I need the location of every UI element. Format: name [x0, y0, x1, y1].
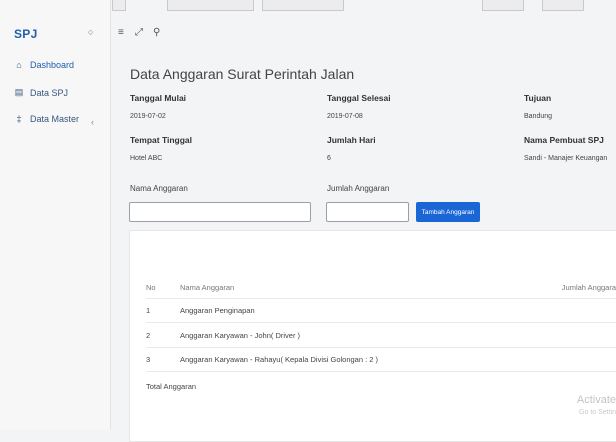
activation-watermark: Activate: [576, 394, 616, 406]
tempat-tinggal-value: Hotel ABC: [130, 155, 163, 162]
sidebar-item-data-master[interactable]: ‡ Data Master: [14, 114, 79, 124]
home-icon: ⌂: [16, 60, 22, 70]
sidebar-item-data-spj[interactable]: ▤ Data SPJ: [14, 87, 68, 98]
column-header-jumlah: Jumlah Anggara: [561, 283, 616, 292]
total-anggaran-label: Total Anggaran: [146, 382, 197, 391]
chevron-left-icon[interactable]: ‹: [91, 117, 94, 127]
page-title: Data Anggaran Surat Perintah Jalan: [130, 66, 355, 82]
nama-anggaran-input[interactable]: [129, 202, 311, 222]
menu-icon[interactable]: ≡: [118, 27, 124, 38]
tab-edge: [482, 0, 524, 11]
brand-logo[interactable]: SPJ: [14, 27, 38, 41]
column-header-no: No: [146, 283, 156, 292]
nama-anggaran-label: Nama Anggaran: [130, 184, 188, 193]
sidebar-item-label: Data SPJ: [30, 87, 69, 98]
topbar: ≡ ⤢ ⚲: [112, 0, 616, 58]
sidebar: SPJ ○ ⌂ Dashboard ▤ Data SPJ ‡ Data Mast…: [0, 0, 111, 430]
row-no: 3: [146, 355, 151, 364]
row-no: 2: [146, 331, 151, 340]
jumlah-hari-value: 6: [327, 155, 331, 162]
divider: [146, 322, 616, 323]
tempat-tinggal-label: Tempat Tinggal: [130, 135, 193, 145]
tujuan-label: Tujuan: [524, 93, 552, 103]
tab-edge: [542, 0, 584, 11]
tab-edge: [167, 0, 254, 11]
pembuat-label: Nama Pembuat SPJ: [524, 135, 604, 145]
tab-edge: [112, 0, 126, 11]
jumlah-hari-label: Jumlah Hari: [327, 135, 376, 145]
pembuat-value: Sandi - Manajer Keuangan: [524, 155, 608, 162]
tanggal-selesai-value: 2019-07-08: [327, 113, 363, 120]
search-icon[interactable]: ⚲: [153, 27, 160, 38]
anggaran-table: No Nama Anggaran Jumlah Anggara 1 Anggar…: [129, 230, 616, 442]
tanggal-mulai-value: 2019-07-02: [130, 113, 166, 120]
tujuan-value: Bandung: [524, 113, 553, 120]
row-nama: Anggaran Karyawan - Rahayu( Kepala Divis…: [180, 355, 379, 364]
divider: [146, 298, 616, 299]
tanggal-mulai-label: Tanggal Mulai: [130, 93, 187, 103]
sidebar-item-dashboard[interactable]: ⌂ Dashboard: [14, 60, 74, 70]
document-icon: ▤: [14, 87, 24, 97]
jumlah-anggaran-label: Jumlah Anggaran: [327, 184, 390, 193]
tanggal-selesai-label: Tanggal Selesai: [327, 93, 391, 103]
divider: [146, 371, 616, 372]
row-nama: Anggaran Penginapan: [180, 306, 255, 315]
tab-edge: [262, 0, 344, 11]
row-no: 1: [146, 306, 151, 315]
row-nama: Anggaran Karyawan - John( Driver ): [180, 331, 301, 340]
tambah-anggaran-button[interactable]: Tambah Anggaran: [416, 202, 480, 222]
main-content: Data Anggaran Surat Perintah Jalan Tangg…: [112, 58, 616, 442]
sidebar-item-label: Data Master: [30, 114, 80, 124]
activation-watermark-sub: Go to Settin: [579, 409, 616, 416]
jumlah-anggaran-input[interactable]: [326, 202, 409, 222]
divider: [146, 347, 616, 348]
expand-icon[interactable]: ⤢: [135, 27, 143, 38]
sidebar-item-label: Dashboard: [30, 60, 75, 70]
sidebar-toggle-icon[interactable]: ○: [88, 27, 93, 37]
pin-icon: ‡: [16, 114, 22, 124]
column-header-nama: Nama Anggaran: [180, 283, 235, 292]
browser-tab-strip: [112, 0, 616, 11]
